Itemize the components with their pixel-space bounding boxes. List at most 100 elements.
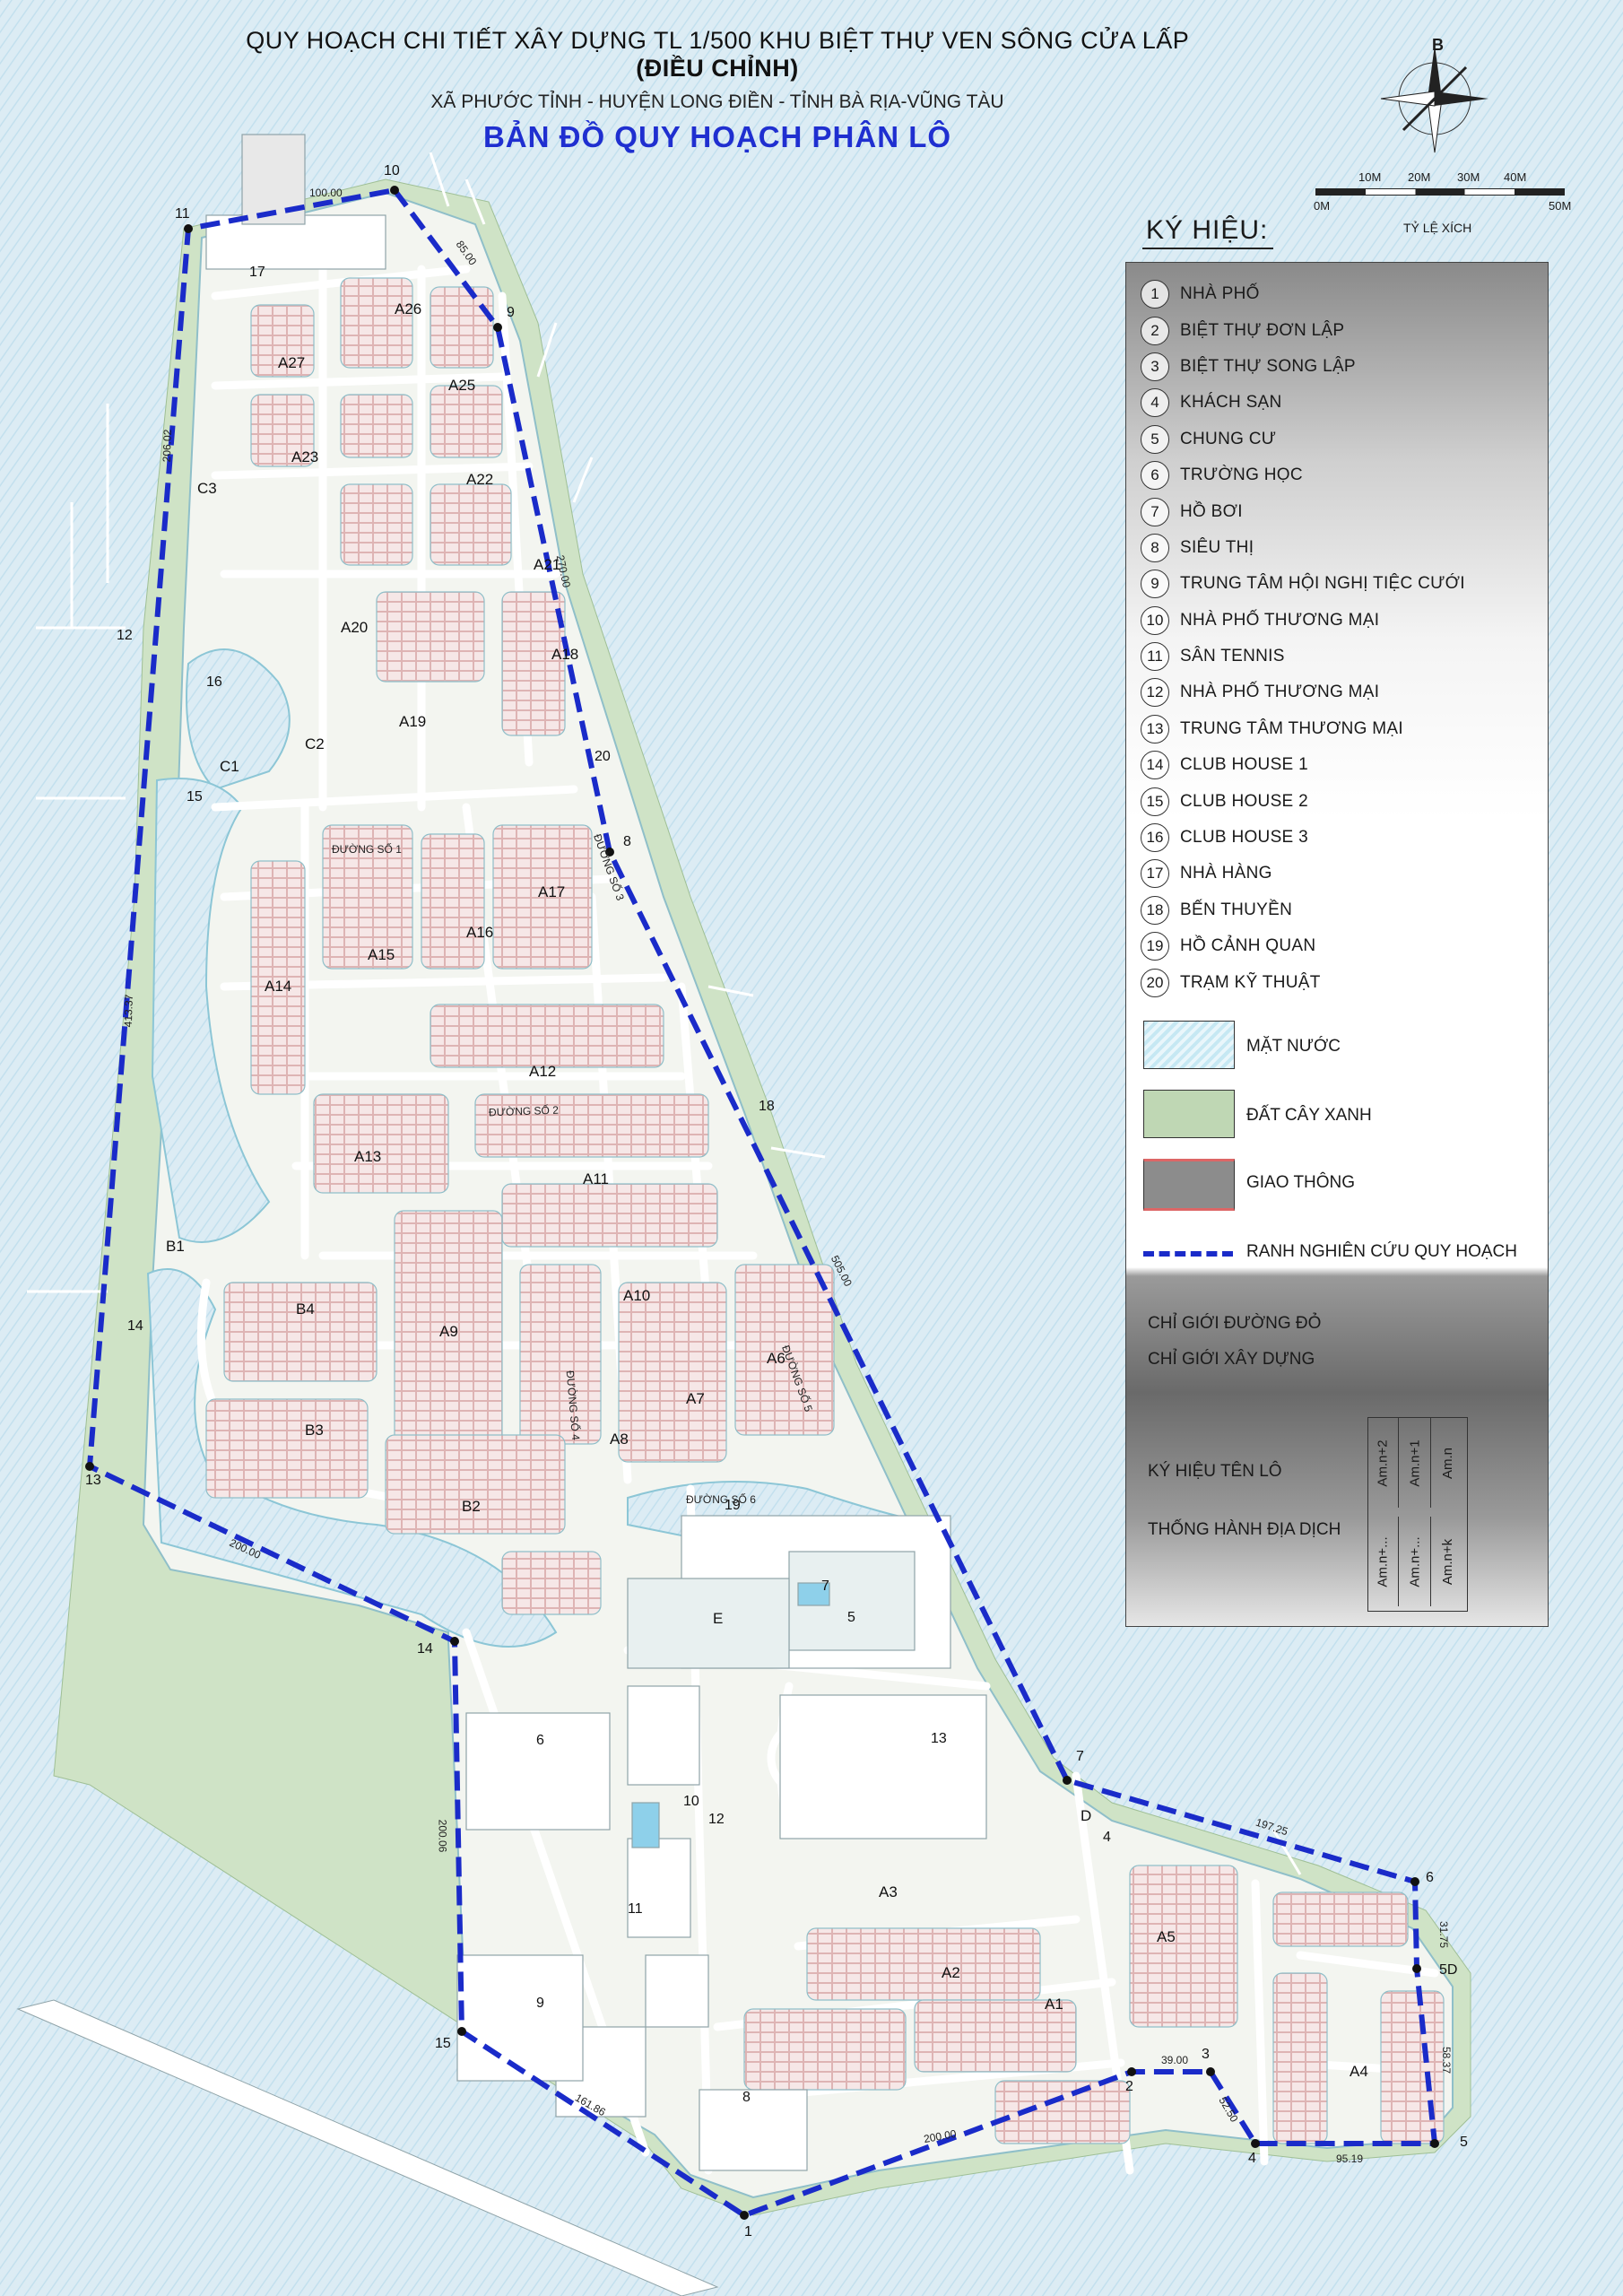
lot-cell: Am.n (1440, 1447, 1456, 1479)
marker-9: 9 (507, 305, 515, 320)
road-swatch (1143, 1159, 1235, 1211)
zone-label: A17 (538, 883, 566, 900)
marker-11: 11 (175, 206, 190, 222)
legend-number-badge: 5 (1141, 424, 1169, 454)
zone-label: A8 (610, 1431, 629, 1448)
lot-cell: Am.n+k (1440, 1538, 1455, 1585)
green-label: ĐẤT CÂY XANH (1246, 1106, 1372, 1125)
legend-item: 3 BIỆT THỰ SONG LẬP (1141, 349, 1535, 385)
legend-item-label: KHÁCH SẠN (1180, 393, 1282, 413)
legend-number-badge: 1 (1141, 280, 1169, 309)
legend-number-badge: 14 (1141, 751, 1169, 780)
legend-number-badge: 13 (1141, 714, 1169, 744)
legend-number-badge: 10 (1141, 605, 1169, 635)
zone-label: A4 (1350, 2063, 1368, 2080)
marker-6: 6 (1426, 1870, 1434, 1885)
road-label: ĐƯỜNG SỐ 1 (332, 843, 402, 856)
lot-code-grid: Am.n+2 Am.n+1 Am.n Am.n+... Am.n+... Am.… (1367, 1417, 1468, 1612)
plan-title: QUY HOẠCH CHI TIẾT XÂY DỰNG TL 1/500 KHU… (246, 27, 1189, 82)
legend-item-label: TRUNG TÂM THƯƠNG MẠI (1180, 718, 1403, 738)
legend-item-label: NHÀ PHỐ THƯƠNG MẠI (1180, 683, 1380, 702)
legend-item: 2 BIỆT THỰ ĐƠN LẬP (1141, 312, 1535, 348)
scale-bar: 10M 20M 30M 40M 0M 50M TỶ LỆ XÍCH (1314, 170, 1572, 235)
zone-label: A25 (448, 377, 476, 394)
legend-item-label: BẾN THUYỀN (1180, 900, 1293, 919)
legend-item-label: NHÀ PHỐ (1180, 284, 1260, 304)
legend-item: 20 TRẠM KỸ THUẬT (1141, 964, 1535, 1000)
zone-label: E (713, 1610, 724, 1627)
zone-label: A11 (583, 1170, 609, 1187)
road-label: ĐƯỜNG SỐ 2 (488, 1103, 560, 1119)
zone-label: A20 (341, 619, 369, 636)
north-letter: B (1432, 36, 1444, 54)
zone-label: A13 (354, 1148, 382, 1165)
zone-label: D (1081, 1807, 1092, 1824)
marker-2: 2 (1125, 2079, 1133, 2094)
build-line-label: CHỈ GIỚI XÂY DỰNG (1148, 1350, 1315, 1369)
zone-label: A12 (529, 1063, 557, 1080)
dim-label: 58.37 (1440, 2046, 1454, 2074)
dim-label: 200.06 (436, 1819, 449, 1853)
legend-title: KÝ HIỆU: (1141, 215, 1274, 249)
facility-label: 8 (742, 2090, 751, 2105)
lot-cell: Am.n+1 (1401, 1418, 1431, 1508)
zone-label: A9 (439, 1323, 458, 1340)
legend-item: 18 BẾN THUYỀN (1141, 892, 1535, 928)
dim-label: 100.00 (309, 187, 343, 199)
legend-item-label: NHÀ HÀNG (1180, 864, 1272, 883)
water-label: MẶT NƯỚC (1246, 1037, 1341, 1056)
zone-label: C3 (197, 480, 217, 497)
legend-number-badge: 11 (1141, 642, 1169, 672)
legend-item: 16 CLUB HOUSE 3 (1141, 820, 1535, 856)
legend-item-label: NHÀ PHỐ THƯƠNG MẠI (1180, 610, 1380, 630)
plan-location: XÃ PHƯỚC TỈNH - HUYỆN LONG ĐIỀN - TỈNH B… (430, 91, 1004, 112)
legend-item: 8 SIÊU THỊ (1141, 530, 1535, 566)
dim-label: 39.00 (1161, 2054, 1189, 2066)
legend-item: 9 TRUNG TÂM HỘI NGHỊ TIỆC CƯỚI (1141, 566, 1535, 602)
zone-label: A23 (291, 448, 319, 465)
dim-label: 206.02 (160, 429, 174, 463)
legend-number-badge: 17 (1141, 859, 1169, 889)
zone-label: A14 (265, 978, 292, 995)
legend-item: 14 CLUB HOUSE 1 (1141, 747, 1535, 783)
road-label: ĐƯỜNG SỐ 6 (686, 1493, 756, 1506)
legend-item: 11 SÂN TENNIS (1141, 639, 1535, 674)
marker-13: 13 (85, 1473, 101, 1488)
legend-number-badge: 8 (1141, 533, 1169, 562)
legend-number-badge: 7 (1141, 497, 1169, 526)
facility-label: 10 (683, 1794, 699, 1809)
legend-item: 12 NHÀ PHỐ THƯƠNG MẠI (1141, 674, 1535, 710)
legend-number-badge: 18 (1141, 895, 1169, 925)
legend-item: 6 TRƯỜNG HỌC (1141, 457, 1535, 493)
legend-item: 10 NHÀ PHỐ THƯƠNG MẠI (1141, 603, 1535, 639)
legend-item-label: BIỆT THỰ ĐƠN LẬP (1180, 320, 1345, 340)
legend-item-label: BIỆT THỰ SONG LẬP (1180, 356, 1356, 376)
legend-number-badge: 2 (1141, 316, 1169, 345)
scale-bar-graphic (1315, 188, 1565, 196)
marker-1: 1 (744, 2224, 752, 2239)
road-label: GIAO THÔNG (1246, 1173, 1356, 1192)
zone-label: A16 (466, 924, 494, 941)
marker-3: 3 (1202, 2047, 1210, 2062)
facility-label: 9 (536, 1996, 544, 2011)
zone-label: A18 (551, 646, 579, 663)
legend-item-label: HỒ BƠI (1180, 501, 1243, 521)
green-swatch (1143, 1090, 1235, 1138)
zone-label: A1 (1045, 1996, 1063, 2013)
marker-5d: 5D (1439, 1962, 1458, 1978)
title-block: QUY HOẠCH CHI TIẾT XÂY DỰNG TL 1/500 KHU… (224, 27, 1211, 154)
legend-list: 1 NHÀ PHỐ 2 BIỆT THỰ ĐƠN LẬP 3 BIỆT THỰ SONG … (1141, 276, 1535, 1001)
marker-4: 4 (1248, 2151, 1256, 2166)
legend-item-label: CLUB HOUSE 2 (1180, 791, 1308, 811)
legend-number-badge: 15 (1141, 787, 1169, 816)
legend-item-label: SIÊU THỊ (1180, 537, 1254, 557)
facility-label: 6 (536, 1733, 544, 1748)
legend-item-label: CHUNG CƯ (1180, 429, 1277, 448)
legend-item: 17 NHÀ HÀNG (1141, 856, 1535, 891)
lot-cell: Am.n+... (1401, 1517, 1431, 1606)
dim-label: 413.37 (121, 994, 135, 1028)
facility-label: 16 (206, 674, 222, 690)
legend-item: 15 CLUB HOUSE 2 (1141, 783, 1535, 819)
zone-label: C2 (305, 735, 325, 752)
legend-item-label: CLUB HOUSE 3 (1180, 828, 1308, 848)
